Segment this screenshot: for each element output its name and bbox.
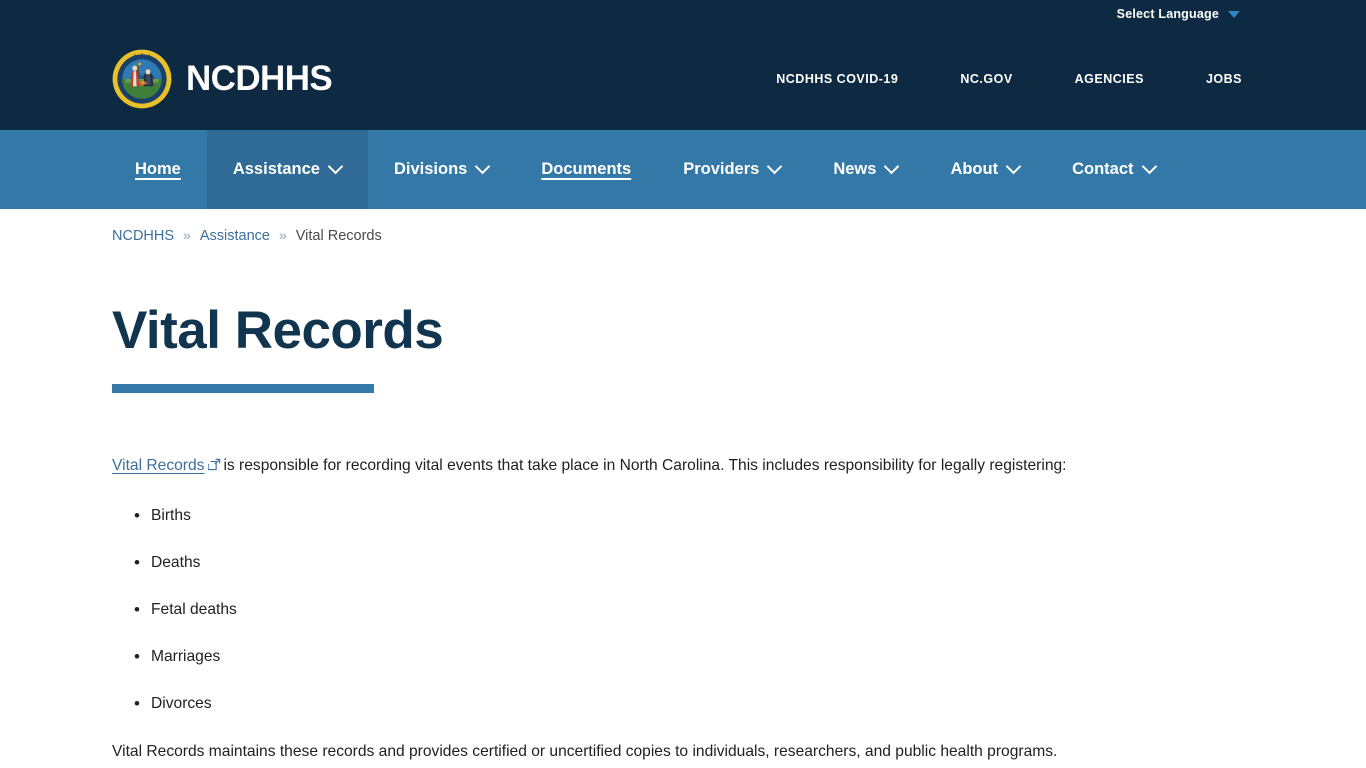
nav-label-assistance: Assistance [232, 160, 320, 178]
top-link-ncdhhs-covid-19[interactable]: NCDHHS COVID-19 [776, 66, 898, 92]
nav-label-news: News [833, 160, 877, 178]
breadcrumb-separator-icon: » [278, 227, 287, 243]
list-item: Marriages [134, 645, 1226, 669]
chevron-down-icon [1228, 10, 1240, 18]
chevron-down-icon [1007, 161, 1020, 174]
intro-paragraph: Vital Records is responsible for recordi… [112, 454, 1226, 479]
chevron-down-icon [885, 161, 898, 174]
breadcrumb-item-current: Vital Records [295, 228, 382, 244]
vital-records-external-link[interactable]: Vital Records [112, 457, 204, 474]
utility-nav: NCDHHS COVID-19 NC.GOV AGENCIES JOBS [776, 66, 1242, 92]
breadcrumb-separator-icon: » [183, 227, 191, 243]
outro-paragraph: Vital Records maintains these records an… [112, 742, 1058, 760]
list-item: Deaths [134, 551, 1226, 575]
list-item: Divorces [134, 692, 1226, 716]
nav-item-assistance[interactable]: Assistance [206, 130, 368, 209]
primary-navigation: Home Assistance Divisions Documents Prov… [0, 130, 1366, 209]
nav-label-about: About [950, 160, 999, 178]
chevron-down-icon [768, 161, 781, 174]
top-link-agencies[interactable]: AGENCIES [1075, 66, 1144, 92]
chevron-down-icon [329, 161, 342, 174]
breadcrumb-item-ncdhhs[interactable]: NCDHHS [112, 228, 174, 244]
list-item: Births [134, 504, 1226, 528]
main-content: Vital Records Vital Records is responsib… [0, 302, 1366, 764]
nav-label-home: Home [135, 160, 181, 178]
nav-item-documents[interactable]: Documents [515, 130, 657, 209]
brand-name: NCDHHS [186, 59, 333, 98]
title-accent-rule [112, 384, 374, 394]
utility-bar: Select Language [0, 0, 1366, 28]
chevron-down-icon [1143, 161, 1156, 174]
nav-label-providers: Providers [683, 160, 760, 178]
breadcrumb: NCDHHS » Assistance » Vital Records [0, 209, 1366, 244]
nav-item-contact[interactable]: Contact [1046, 130, 1181, 209]
list-item: Fetal deaths [134, 598, 1226, 622]
top-link-nc-gov[interactable]: NC.GOV [960, 66, 1012, 92]
nav-label-contact: Contact [1072, 160, 1134, 178]
nav-label-divisions: Divisions [393, 160, 468, 178]
select-language-label: Select Language [1116, 7, 1219, 21]
select-language-dropdown[interactable]: Select Language [1117, 7, 1240, 21]
nav-label-documents: Documents [541, 160, 632, 178]
external-link-icon [208, 455, 221, 479]
nav-item-about[interactable]: About [924, 130, 1046, 209]
nav-item-providers[interactable]: Providers [657, 130, 807, 209]
site-logo-link[interactable]: NCDHHS [112, 49, 333, 109]
top-link-jobs[interactable]: JOBS [1206, 66, 1242, 92]
breadcrumb-item-assistance[interactable]: Assistance [200, 228, 270, 244]
nav-item-news[interactable]: News [807, 130, 924, 209]
north-carolina-state-seal-icon [112, 49, 172, 109]
nav-item-divisions[interactable]: Divisions [368, 130, 515, 209]
nav-item-home[interactable]: Home [112, 130, 207, 209]
chevron-down-icon [476, 161, 489, 174]
page-title: Vital Records [112, 301, 444, 360]
intro-text: is responsible for recording vital event… [223, 457, 1067, 475]
site-masthead: NCDHHS NCDHHS COVID-19 NC.GOV AGENCIES J… [0, 28, 1366, 130]
registered-events-list: Births Deaths Fetal deaths Marriages Div… [112, 504, 1226, 716]
